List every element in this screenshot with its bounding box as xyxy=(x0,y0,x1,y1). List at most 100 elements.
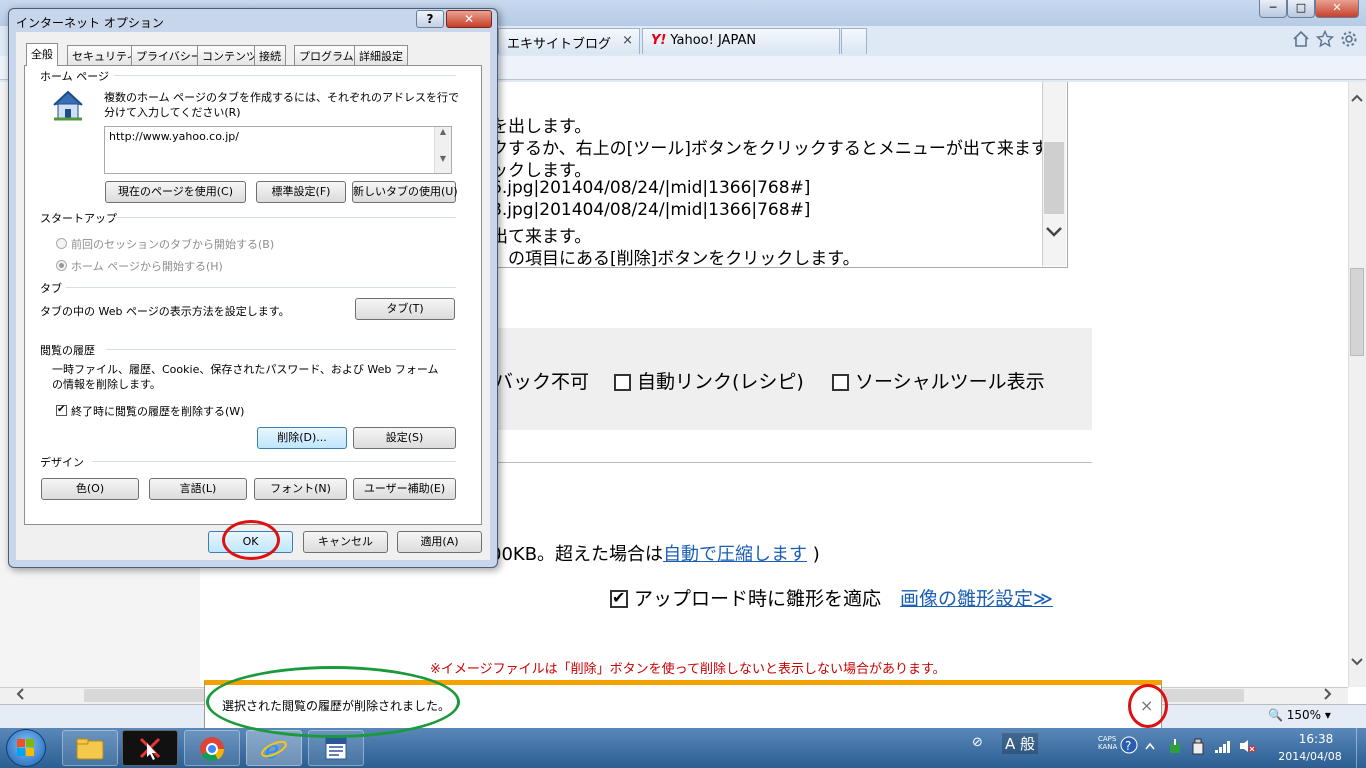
gear-icon[interactable] xyxy=(1340,30,1358,53)
star-icon[interactable] xyxy=(1315,29,1335,53)
scroll-up-icon[interactable] xyxy=(1349,92,1365,108)
social-tools-checkbox[interactable]: ソーシャルツール表示 xyxy=(832,367,1045,394)
delete-on-exit-checkbox[interactable]: 終了時に閲覧の履歴を削除する(W) xyxy=(56,402,245,419)
social-tools-label: ソーシャルツール表示 xyxy=(855,371,1045,393)
use-current-button[interactable]: 現在のページを使用(C) xyxy=(105,181,246,203)
yahoo-favicon-icon: Y! xyxy=(651,33,667,48)
taskbar-cursor-app-button[interactable] xyxy=(122,730,178,766)
textbox-scroll-thumb[interactable] xyxy=(1044,142,1064,214)
scroll-right-icon[interactable] xyxy=(1322,686,1334,706)
window-maximize-button[interactable]: □ xyxy=(1287,0,1315,18)
accessibility-button[interactable]: ユーザー補助(E) xyxy=(353,478,456,500)
languages-button[interactable]: 言語(L) xyxy=(149,478,247,500)
size-note-suffix: ) xyxy=(807,544,820,565)
tab-yahoo-japan[interactable]: Y! Yahoo! JAPAN xyxy=(642,28,840,54)
tray-expand-icon[interactable] xyxy=(1144,740,1156,754)
chevron-down-icon[interactable] xyxy=(1044,220,1064,244)
new-tab-button[interactable] xyxy=(841,28,867,54)
home-house-icon xyxy=(50,88,86,122)
ime-indicator[interactable]: A 般 xyxy=(1002,733,1039,754)
clock-time[interactable]: 16:38 xyxy=(1286,732,1346,746)
radio-icon xyxy=(56,238,67,249)
home-url-scrollbar[interactable]: ▲ ▼ xyxy=(434,127,451,173)
tab-excite-blog[interactable]: エキサイトブログ × xyxy=(498,28,640,54)
checkbox-checked-icon xyxy=(56,402,67,417)
use-new-tab-button[interactable]: 新しいタブの使用(U) xyxy=(352,181,458,203)
group-divider xyxy=(92,461,456,462)
tabs-settings-button[interactable]: タブ(T) xyxy=(355,298,455,320)
cancel-button[interactable]: キャンセル xyxy=(303,531,388,553)
window-minimize-button[interactable]: ─ xyxy=(1259,0,1287,18)
dialog-title: インターネット オプション xyxy=(16,16,164,30)
size-note-text: 00KB。超えた場合は xyxy=(490,544,664,565)
image-template-settings-link[interactable]: 画像の雛形設定≫ xyxy=(900,584,1053,611)
start-button[interactable] xyxy=(6,729,46,767)
delete-history-button[interactable]: 削除(D)... xyxy=(257,427,347,449)
history-description: 一時ファイル、履歴、Cookie、保存されたパスワード、および Web フォーム… xyxy=(52,363,439,391)
home-page-url-textarea[interactable]: http://www.yahoo.co.jp/ xyxy=(104,126,452,174)
delete-warning-text: ※イメージファイルは「削除」ボタンを使って削除しないと表示しない場合があります。 xyxy=(430,662,946,677)
scroll-down-icon[interactable]: ▼ xyxy=(435,154,451,163)
checkbox-checked-icon xyxy=(610,588,628,608)
group-divider xyxy=(66,287,456,288)
dialog-close-button[interactable]: ✕ xyxy=(446,10,492,28)
use-default-button[interactable]: 標準設定(F) xyxy=(256,181,346,203)
scroll-down-icon[interactable] xyxy=(1349,656,1365,672)
delete-on-exit-label: 終了時に閲覧の履歴を削除する(W) xyxy=(71,405,245,418)
svg-text:e: e xyxy=(265,736,279,763)
page-scroll-thumb[interactable] xyxy=(1350,268,1364,356)
show-desktop-button[interactable] xyxy=(1356,728,1366,768)
group-divider xyxy=(114,75,456,76)
tabs-description: タブの中の Web ページの表示方法を設定します。 xyxy=(40,305,290,318)
textbox-line: 」の項目にある[削除]ボタンをクリックします。 xyxy=(491,249,860,268)
scroll-left-icon[interactable] xyxy=(14,686,26,706)
usb-device-icon[interactable] xyxy=(1190,737,1206,758)
history-settings-button[interactable]: 設定(S) xyxy=(353,427,456,449)
annotation-circle-notification xyxy=(206,666,460,738)
startup-session-radio[interactable]: 前回のセッションのタブから開始する(B) xyxy=(56,237,274,252)
taskbar-explorer-button[interactable] xyxy=(62,730,118,766)
startup-home-radio[interactable]: ホーム ページから開始する(H) xyxy=(56,259,223,274)
checkbox-icon xyxy=(614,374,631,391)
help-icon[interactable]: ? xyxy=(1120,736,1138,757)
group-divider xyxy=(106,349,456,350)
apply-button[interactable]: 適用(A) xyxy=(397,531,482,553)
safely-remove-icon[interactable] xyxy=(1166,737,1184,758)
clock-date[interactable]: 2014/04/08 xyxy=(1272,750,1348,763)
taskbar-chrome-button[interactable] xyxy=(184,730,240,766)
fonts-button[interactable]: フォント(N) xyxy=(254,478,347,500)
radio-selected-icon xyxy=(56,260,67,271)
tab-connection[interactable]: 接続 xyxy=(254,45,286,65)
network-signal-icon[interactable] xyxy=(1214,738,1232,757)
startup-home-label: ホーム ページから開始する(H) xyxy=(71,260,223,273)
home-page-description: 複数のホーム ページのタブを作成するには、それぞれのアドレスを行で分けて入力して… xyxy=(104,91,459,119)
trackback-option-label: バック不可 xyxy=(494,371,590,393)
home-page-group-label: ホーム ページ xyxy=(40,70,109,83)
annotation-circle-ok xyxy=(222,520,280,560)
tab-advanced[interactable]: 詳細設定 xyxy=(354,45,408,65)
tab-privacy[interactable]: プライバシー xyxy=(131,45,207,65)
group-divider xyxy=(112,217,456,218)
tab-content[interactable]: コンテンツ xyxy=(197,45,262,65)
dialog-help-button[interactable]: ? xyxy=(416,10,444,28)
textbox-line: 8.jpg|201404/08/24/|mid|1366|768#] xyxy=(491,200,811,220)
apply-template-checkbox[interactable]: アップロード時に雛形を適応 xyxy=(610,584,881,611)
home-icon[interactable] xyxy=(1292,30,1310,53)
tab-close-icon[interactable]: × xyxy=(622,33,633,48)
volume-muted-icon[interactable] xyxy=(1238,738,1256,757)
annotation-circle-close xyxy=(1128,684,1168,728)
autolink-checkbox[interactable]: 自動リンク(レシピ) xyxy=(614,367,804,394)
tab-programs[interactable]: プログラム xyxy=(294,45,359,65)
colors-button[interactable]: 色(O) xyxy=(41,478,139,500)
zoom-level-control[interactable]: 🔍 150% ▾ xyxy=(1268,708,1331,722)
checkbox-icon xyxy=(832,374,849,391)
auto-compress-link[interactable]: 自動で圧縮します xyxy=(663,544,807,565)
tray-security-icon[interactable]: ⊘ xyxy=(972,735,983,750)
tab-general[interactable]: 全般 xyxy=(26,43,58,66)
startup-session-label: 前回のセッションのタブから開始する(B) xyxy=(71,238,275,251)
tabs-group-label: タブ xyxy=(40,282,62,295)
window-close-button[interactable]: ✕ xyxy=(1315,0,1359,18)
page-vertical-scrollbar[interactable] xyxy=(1348,82,1366,687)
autolink-label: 自動リンク(レシピ) xyxy=(637,371,804,393)
scroll-up-icon[interactable]: ▲ xyxy=(435,127,451,136)
